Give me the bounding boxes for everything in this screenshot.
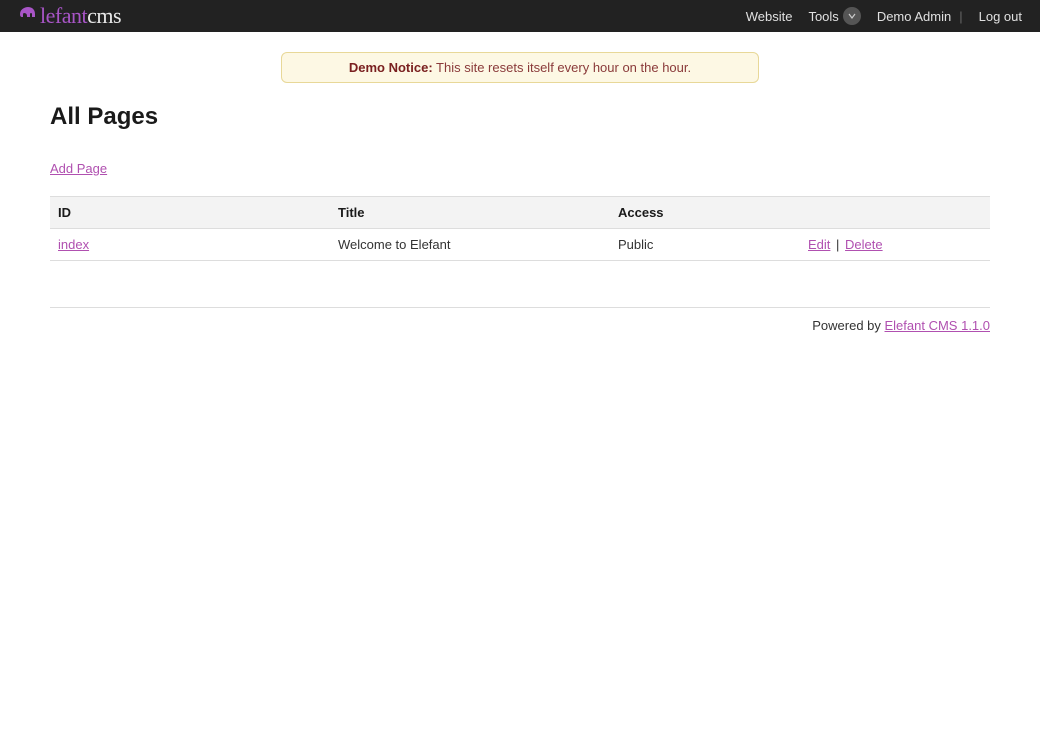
page-title: All Pages	[50, 103, 990, 131]
nav-logout[interactable]: Log out	[979, 9, 1022, 24]
add-page-link[interactable]: Add Page	[50, 161, 107, 176]
page-access-cell: Public	[610, 229, 800, 261]
th-actions	[800, 197, 990, 229]
notice-strong: Demo Notice:	[349, 60, 433, 75]
footer-link[interactable]: Elefant CMS 1.1.0	[885, 318, 991, 333]
nav-website[interactable]: Website	[746, 9, 793, 24]
table-header-row: ID Title Access	[50, 197, 990, 229]
nav-user[interactable]: Demo Admin	[877, 9, 951, 24]
nav-tools-label: Tools	[808, 9, 838, 24]
elefant-icon	[18, 3, 38, 29]
page-title-cell: Welcome to Elefant	[330, 229, 610, 261]
edit-link[interactable]: Edit	[808, 237, 830, 252]
pages-table: ID Title Access index Welcome to Elefant…	[50, 196, 990, 261]
notice-text: This site resets itself every hour on th…	[433, 60, 691, 75]
table-row: index Welcome to Elefant Public Edit | D…	[50, 229, 990, 261]
content: Demo Notice: This site resets itself eve…	[50, 32, 990, 333]
nav-tools[interactable]: Tools	[808, 7, 860, 25]
topbar: lefantcms Website Tools Demo Admin | Log…	[0, 0, 1040, 32]
action-separator: |	[836, 237, 839, 252]
footer: Powered by Elefant CMS 1.1.0	[50, 307, 990, 333]
page-id-link[interactable]: index	[58, 237, 89, 252]
footer-text: Powered by	[812, 318, 884, 333]
th-title: Title	[330, 197, 610, 229]
demo-notice: Demo Notice: This site resets itself eve…	[281, 52, 759, 83]
delete-link[interactable]: Delete	[845, 237, 883, 252]
logo-text-2: cms	[87, 3, 121, 29]
th-access: Access	[610, 197, 800, 229]
nav-divider: |	[959, 9, 962, 24]
logo-text-1: lefant	[40, 3, 87, 29]
th-id: ID	[50, 197, 330, 229]
logo[interactable]: lefantcms	[18, 3, 121, 29]
topnav: Website Tools Demo Admin | Log out	[746, 7, 1022, 25]
chevron-down-icon	[843, 7, 861, 25]
